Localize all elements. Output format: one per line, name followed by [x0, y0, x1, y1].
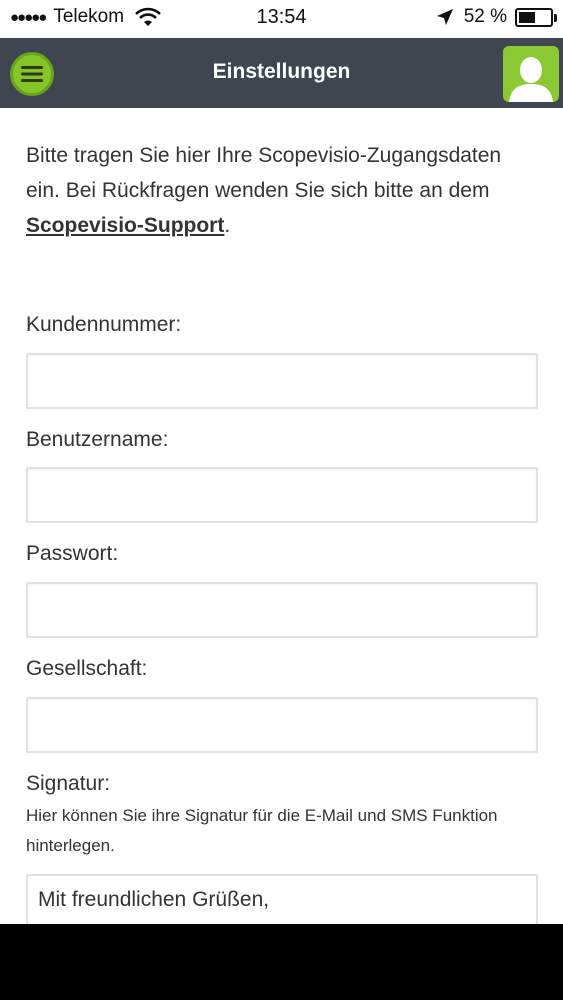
intro-text: Bitte tragen Sie hier Ihre Scopevisio-Zu… — [26, 138, 538, 243]
signature-hint: Hier können Sie ihre Signatur für die E-… — [26, 806, 498, 855]
customer-number-label: Kundennummer: — [26, 313, 182, 336]
battery-icon — [515, 7, 557, 27]
intro-body: Bitte tragen Sie hier Ihre Scopevisio-Zu… — [26, 144, 502, 202]
status-right: 52 % — [436, 6, 557, 28]
signature-label: Signatur: — [26, 772, 111, 795]
company-input[interactable] — [26, 697, 538, 753]
battery-percent: 52 % — [463, 6, 507, 27]
password-input[interactable] — [26, 582, 538, 638]
intro-suffix: . — [224, 214, 231, 237]
status-bar: ●●●●● Telekom 13:54 52 % — [0, 0, 563, 38]
password-label: Passwort: — [26, 542, 119, 565]
support-link[interactable]: Scopevisio-Support — [26, 214, 224, 237]
user-icon — [509, 57, 553, 102]
battery-level — [519, 11, 535, 23]
location-arrow-icon — [436, 9, 453, 25]
app-header: Einstellungen — [0, 38, 563, 108]
user-profile-button[interactable] — [503, 46, 559, 102]
username-label: Benutzername: — [26, 428, 169, 451]
bottom-bar — [0, 924, 563, 1000]
username-input[interactable] — [26, 467, 538, 523]
company-label: Gesellschaft: — [26, 657, 148, 680]
customer-number-input[interactable] — [26, 353, 538, 409]
page-title: Einstellungen — [212, 60, 351, 83]
settings-form: Bitte tragen Sie hier Ihre Scopevisio-Zu… — [26, 108, 538, 954]
